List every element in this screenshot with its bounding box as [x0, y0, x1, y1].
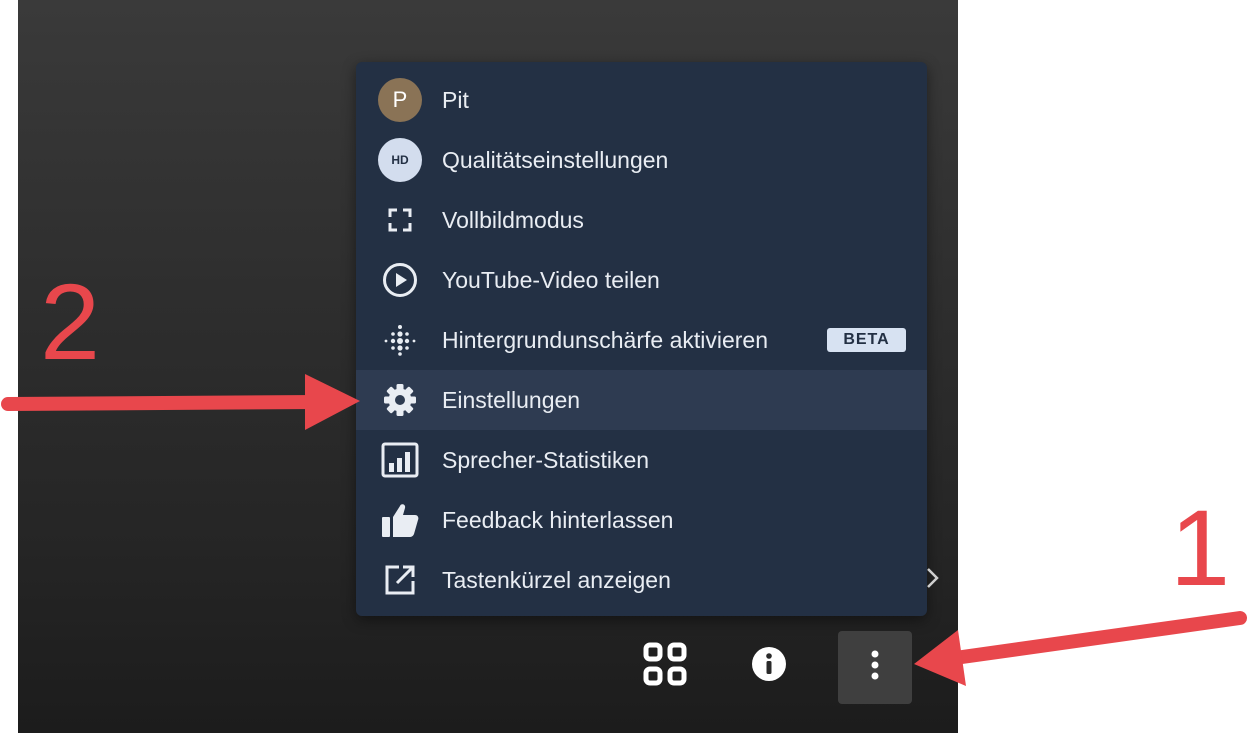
hd-badge: HD	[378, 138, 422, 182]
menu-item-profile[interactable]: P Pit	[356, 70, 927, 130]
menu-item-label: Tastenkürzel anzeigen	[442, 567, 671, 593]
arrow-to-more-button	[914, 611, 1247, 686]
menu-item-share-youtube[interactable]: YouTube-Video teilen	[356, 250, 927, 310]
menu-item-keyboard-shortcuts[interactable]: Tastenkürzel anzeigen	[356, 550, 927, 610]
menu-item-label: Feedback hinterlassen	[442, 507, 674, 533]
menu-item-settings[interactable]: Einstellungen	[356, 370, 927, 430]
menu-item-fullscreen[interactable]: Vollbildmodus	[356, 190, 927, 250]
menu-item-label: Qualitätseinstellungen	[442, 147, 669, 173]
more-options-menu: P Pit HD Qualitätseinstellungen Vollbild…	[356, 62, 927, 616]
tile-view-button[interactable]	[636, 636, 694, 696]
more-vertical-icon	[870, 648, 880, 687]
more-options-button[interactable]	[838, 631, 912, 704]
menu-item-background-blur[interactable]: Hintergrundunschärfe aktivieren BETA	[356, 310, 927, 370]
menu-item-label: YouTube-Video teilen	[442, 267, 660, 293]
menu-item-label: Vollbildmodus	[442, 207, 584, 233]
external-link-icon	[378, 558, 422, 602]
menu-item-label: Einstellungen	[442, 387, 581, 413]
hd-icon: HD	[378, 138, 422, 182]
menu-item-label: Pit	[442, 87, 469, 113]
callout-number-1: 1	[1170, 487, 1231, 608]
menu-item-label: Sprecher-Statistiken	[442, 447, 650, 473]
menu-item-label: Hintergrundunschärfe aktivieren	[442, 327, 769, 353]
blur-icon	[378, 318, 422, 362]
info-button[interactable]	[740, 636, 798, 696]
beta-badge: BETA	[827, 328, 906, 352]
info-icon	[751, 646, 787, 687]
menu-item-feedback[interactable]: Feedback hinterlassen	[356, 490, 927, 550]
play-circle-icon	[378, 258, 422, 302]
gear-icon	[378, 378, 422, 422]
bar-chart-icon	[378, 438, 422, 482]
thumbs-up-icon	[378, 498, 422, 542]
grid-icon	[642, 641, 688, 692]
chevron-right-icon[interactable]	[922, 566, 942, 590]
avatar-initial: P	[378, 78, 422, 122]
avatar: P	[378, 78, 422, 122]
fullscreen-icon	[378, 198, 422, 242]
menu-item-speaker-stats[interactable]: Sprecher-Statistiken	[356, 430, 927, 490]
callout-number-2: 2	[40, 261, 101, 382]
menu-item-quality-settings[interactable]: HD Qualitätseinstellungen	[356, 130, 927, 190]
